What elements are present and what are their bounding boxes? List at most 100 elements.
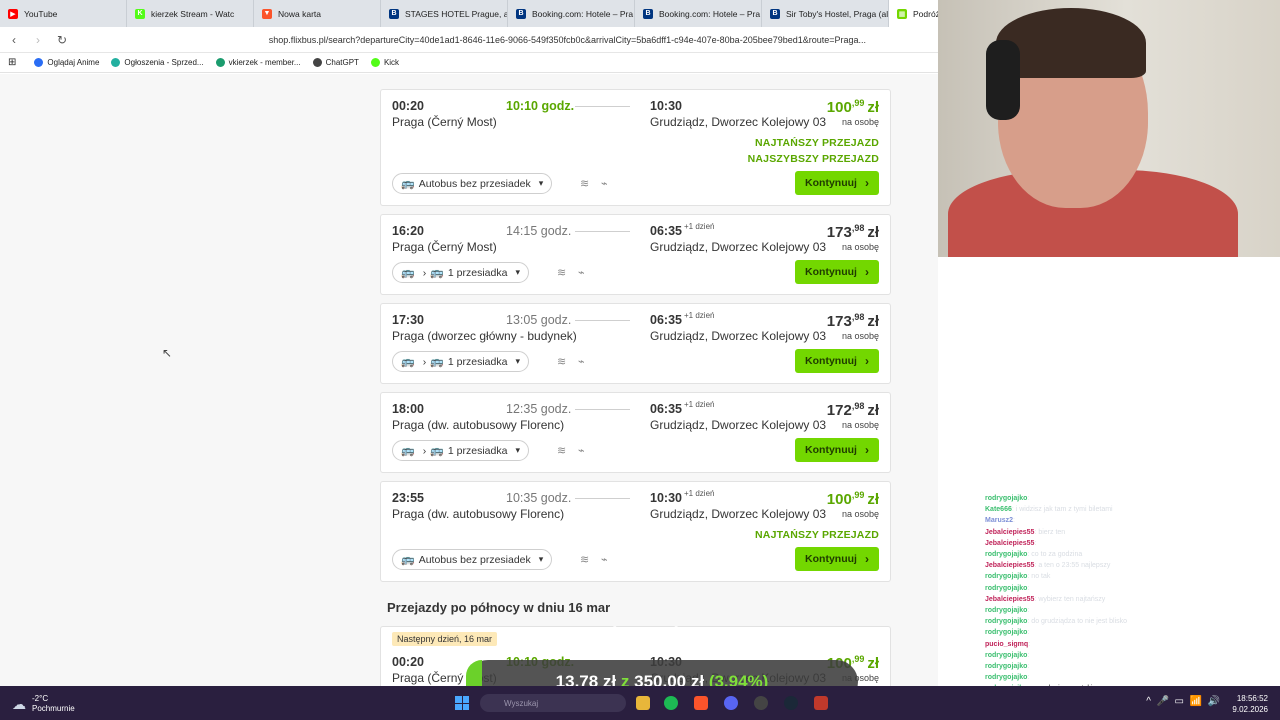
weather-widget[interactable]: ☁ -2°C Pochmurnie xyxy=(12,694,75,714)
arrival-time: 06:35 xyxy=(650,402,682,416)
file-explorer-icon[interactable] xyxy=(636,696,650,710)
bookmark-label[interactable]: ChatGPT xyxy=(326,58,359,67)
url-text[interactable]: shop.flixbus.pl/search?departureCity=40d… xyxy=(269,35,866,45)
plus-day-label: +1 dzień xyxy=(684,400,715,409)
price-currency: zł xyxy=(867,491,879,508)
taskbar-search-placeholder[interactable]: Wyszukaj xyxy=(504,699,538,708)
system-tray[interactable]: ^ 🎤 ▭ 📶 🔊 xyxy=(1146,696,1220,707)
trip-type-label: Autobus bez przesiadek xyxy=(418,177,531,190)
chat-message: pucio_sigmq: xyxy=(985,639,1275,650)
per-person-label: na osobę xyxy=(841,420,879,430)
trip-card: 16:20 14:15 godz. 06:35 +1 dzień Praga (Čern… xyxy=(380,214,891,295)
chat-username: rodrygojajko xyxy=(985,663,1028,671)
browser-tab[interactable]: ▦ Podróż xyxy=(889,0,938,27)
chevron-down-icon: ▾ xyxy=(515,445,520,455)
browser-tab[interactable]: B Sir Toby's Hostel, Praga (al xyxy=(762,0,889,27)
browser-tab[interactable]: B STAGES HOTEL Prague, a T xyxy=(381,0,508,27)
price-currency: zł xyxy=(867,99,879,116)
trip-type-dropdown[interactable]: 🚌 › 🚌 1 przesiadka ▾ xyxy=(392,440,529,461)
bus-icon: 🚌 xyxy=(401,554,415,566)
continue-button[interactable]: Kontynuuj › xyxy=(795,171,879,195)
browser-tab[interactable]: B Booking.com: Hotele – Pra xyxy=(508,0,635,27)
browser-tab[interactable]: Kkierzek Stream - Watc xyxy=(127,0,254,27)
webcam-overlay xyxy=(938,0,1280,257)
bookmark-label[interactable]: Ogłoszenia - Sprzed... xyxy=(124,58,203,67)
apps-icon[interactable]: ⊞ xyxy=(8,57,16,68)
per-person-label: na osobę xyxy=(841,117,879,127)
bookmark-item[interactable]: Kick xyxy=(370,58,399,67)
tab-label: Nowa karta xyxy=(278,8,321,19)
bus-icon: 🚌 xyxy=(401,178,415,190)
bookmark-item[interactable]: vkierzek - member... xyxy=(215,58,301,67)
brave-icon[interactable] xyxy=(694,696,708,710)
continue-label[interactable]: Kontynuuj xyxy=(805,444,857,456)
trip-type-dropdown[interactable]: 🚌 Autobus bez przesiadek ▾ xyxy=(392,549,553,570)
forward-icon[interactable]: › xyxy=(28,33,48,47)
obs-icon[interactable] xyxy=(754,696,768,710)
bookmark-label[interactable]: vkierzek - member... xyxy=(229,58,301,67)
price-cents: ,99 xyxy=(851,98,865,108)
continue-button[interactable]: Kontynuuj › xyxy=(795,547,879,571)
chat-separator: : xyxy=(1027,584,1030,592)
arrival-time: 06:35 xyxy=(650,313,682,327)
trip-type-dropdown[interactable]: 🚌 › 🚌 1 przesiadka ▾ xyxy=(392,262,529,283)
departure-time: 00:20 xyxy=(392,655,424,669)
continue-button[interactable]: Kontynuuj › xyxy=(795,260,879,284)
chat-username: Jebalciepies55 xyxy=(985,528,1035,536)
trip-price: 100,99zł xyxy=(827,490,879,508)
url-field[interactable]: ⌑ ⚙ shop.flixbus.pl/search?departureCity… xyxy=(266,34,916,45)
trip-type-dropdown[interactable]: 🚌 Autobus bez przesiadek ▾ xyxy=(392,173,553,194)
app-icon[interactable] xyxy=(814,696,828,710)
departure-station: Praga (dworzec główny - budynek) xyxy=(392,329,577,343)
power-plug-icon: ⌁ xyxy=(578,445,585,457)
continue-button[interactable]: Kontynuuj › xyxy=(795,438,879,462)
chat-username: rodrygojajko xyxy=(985,607,1028,615)
trip-duration: 10:10 godz. xyxy=(506,99,575,113)
continue-button[interactable]: Kontynuuj › xyxy=(795,349,879,373)
back-icon[interactable]: ‹ xyxy=(4,33,24,47)
chat-message: rodrygojajko: xyxy=(985,627,1275,638)
reload-icon[interactable]: ↻ xyxy=(52,33,72,47)
bookmark-label[interactable]: Kick xyxy=(384,58,399,67)
chevron-down-icon: ▾ xyxy=(515,356,520,366)
chat-message: rodrygojajko: xyxy=(985,493,1275,504)
trip-price: 173,98 zł xyxy=(827,223,879,241)
chat-username: Jebalciepies55 xyxy=(985,539,1035,547)
continue-label[interactable]: Kontynuuj xyxy=(805,553,857,565)
bookmark-item[interactable]: ChatGPT xyxy=(312,58,359,67)
browser-tab[interactable]: ▼ Nowa karta xyxy=(254,0,381,27)
chat-separator: : xyxy=(1013,517,1015,525)
trip-duration: 10:35 godz. xyxy=(506,491,572,505)
address-bar: ‹ › ↻ ⌑ ⚙ shop.flixbus.pl/search?departu… xyxy=(0,27,938,53)
headset-icon xyxy=(986,40,1020,120)
steam-icon[interactable] xyxy=(784,696,798,710)
start-icon[interactable] xyxy=(455,696,469,710)
continue-label[interactable]: Kontynuuj xyxy=(805,355,857,367)
browser-tab[interactable]: B Booking.com: Hotele – Pra xyxy=(635,0,762,27)
spotify-icon[interactable] xyxy=(664,696,678,710)
bookmark-item[interactable]: Ogłoszenia - Sprzed... xyxy=(111,58,204,67)
continue-label[interactable]: Kontynuuj xyxy=(805,266,857,278)
chat-message: Jebalciepies55: bierz ten xyxy=(985,527,1275,538)
taskbar-search[interactable]: Wyszukaj xyxy=(480,694,626,712)
chat-separator: : xyxy=(1027,674,1030,682)
bookmark-label[interactable]: Oglądaj Anime xyxy=(47,58,99,67)
tab-label: kierzek Stream - Watc xyxy=(151,8,235,19)
arrival-station: Grudziądz, Dworzec Kolejowy 03 xyxy=(650,240,827,254)
tab-label: STAGES HOTEL Prague, a T xyxy=(405,8,508,19)
bus-icon: 🚌 xyxy=(430,445,444,457)
taskbar: ☁ -2°C Pochmurnie Wyszukaj ^ 🎤 ▭ 📶 🔊 18:… xyxy=(0,686,1280,720)
price-currency: zł xyxy=(867,224,879,241)
browser-tab[interactable]: ▶ YouTube xyxy=(0,0,127,27)
bookmark-favicon-icon xyxy=(111,58,121,67)
departure-time: 16:20 xyxy=(392,224,424,238)
tab-label: YouTube xyxy=(24,8,58,19)
trip-type-dropdown[interactable]: 🚌 › 🚌 1 przesiadka ▾ xyxy=(392,351,529,372)
bookmark-item[interactable]: Oglądaj Anime xyxy=(34,58,99,67)
discord-icon[interactable] xyxy=(724,696,738,710)
continue-label[interactable]: Kontynuuj xyxy=(805,177,857,189)
tab-label: Booking.com: Hotele – Pra xyxy=(532,8,634,19)
bus-icon: 🚌 xyxy=(401,356,415,368)
chat-separator: : xyxy=(1027,651,1030,659)
taskbar-clock[interactable]: 18:56:52 9.02.2026 xyxy=(1232,693,1268,715)
